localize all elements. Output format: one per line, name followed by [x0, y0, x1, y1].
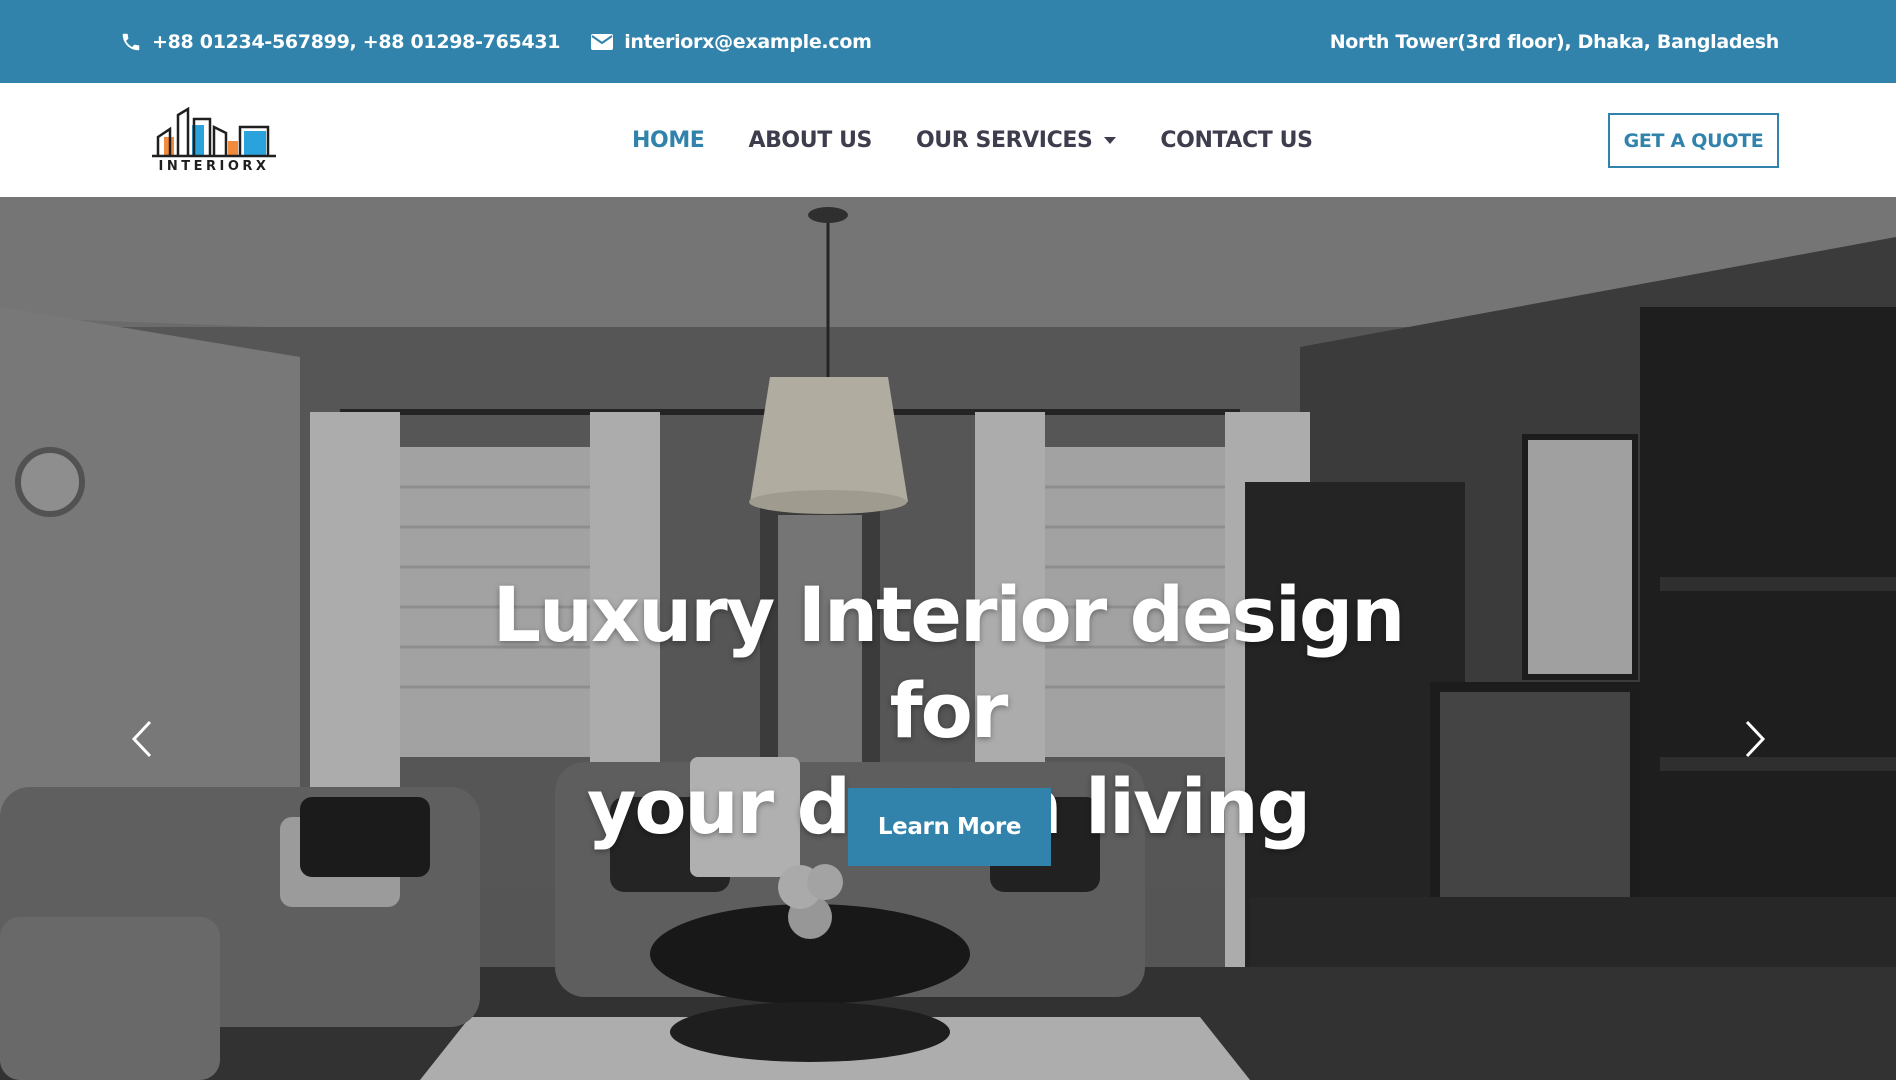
nav-item-our-services[interactable]: OUR SERVICES	[915, 127, 1117, 153]
phone-icon	[120, 31, 142, 53]
chevron-right-icon	[1745, 720, 1766, 758]
nav-item-home[interactable]: HOME	[632, 127, 705, 153]
hero-carousel: Luxury Interior design for your dream li…	[0, 197, 1896, 1080]
office-address: North Tower(3rd floor), Dhaka, Banglades…	[1329, 30, 1780, 53]
hero-title-line-1: Luxury Interior design for	[492, 570, 1406, 755]
nav-item-about-us[interactable]: ABOUT US	[748, 128, 872, 153]
learn-more-button[interactable]: Learn More	[848, 788, 1051, 866]
get-a-quote-button[interactable]: GET A QUOTE	[1608, 113, 1779, 168]
carousel-next-button[interactable]	[1735, 714, 1775, 764]
caret-down-icon	[1104, 136, 1117, 144]
chevron-left-icon	[131, 720, 152, 758]
nav-item-contact-us[interactable]: CONTACT US	[1160, 127, 1313, 153]
contact-info: +88 01234-567899, +88 01298-765431 inter…	[120, 0, 872, 83]
top-info-bar: +88 01234-567899, +88 01298-765431 inter…	[0, 0, 1896, 83]
nav-label-about-us: ABOUT US	[748, 127, 872, 153]
primary-nav: HOME ABOUT US OUR SERVICES CONTACT US	[632, 83, 1313, 197]
email-item[interactable]: interiorx@example.com	[590, 30, 872, 53]
logo-wordmark: INTERIORX	[158, 159, 270, 174]
phone-item[interactable]: +88 01234-567899, +88 01298-765431	[120, 30, 561, 53]
nav-label-contact-us: CONTACT US	[1160, 127, 1313, 153]
carousel-prev-button[interactable]	[122, 714, 162, 764]
email-address: interiorx@example.com	[624, 30, 872, 53]
phone-numbers: +88 01234-567899, +88 01298-765431	[152, 30, 561, 53]
brand-logo[interactable]: INTERIORX	[148, 103, 280, 179]
main-navbar: INTERIORX HOME ABOUT US OUR SERVICES CON…	[0, 83, 1896, 197]
envelope-icon	[590, 32, 614, 52]
nav-label-our-services: OUR SERVICES	[915, 127, 1093, 153]
nav-label-home: HOME	[632, 127, 705, 153]
logo-buildings-graphic	[152, 106, 276, 158]
